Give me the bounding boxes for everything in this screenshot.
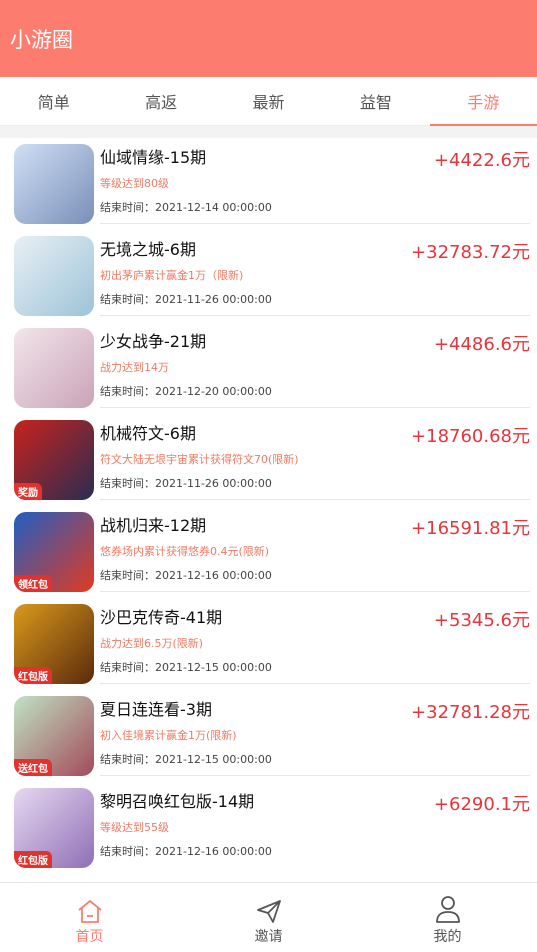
game-badge: 奖励	[14, 483, 42, 500]
game-end-time: 结束时间：2021-12-16 00:00:00	[100, 843, 272, 859]
game-icon	[14, 144, 94, 224]
game-item[interactable]: 红包版 沙巴克传奇-41期 +5345.6元 战力达到6.5万(限新) 结束时间…	[14, 598, 530, 690]
game-name: 沙巴克传奇-41期	[100, 608, 223, 627]
game-list: 仙域情缘-15期 +4422.6元 等级达到80级 结束时间：2021-12-1…	[0, 138, 537, 874]
game-name: 少女战争-21期	[100, 332, 207, 351]
end-time-label: 结束时间：	[100, 661, 155, 674]
game-condition: 战力达到6.5万(限新)	[100, 637, 204, 650]
end-time-value: 2021-11-26 00:00:00	[155, 477, 272, 490]
game-item[interactable]: 无境之城-6期 +32783.72元 初出茅庐累计赢金1万（限新) 结束时间：2…	[14, 230, 530, 322]
end-time-value: 2021-12-20 00:00:00	[155, 385, 272, 398]
game-reward: +4422.6元	[433, 150, 530, 171]
user-icon	[435, 896, 460, 923]
nav-invite-label: 邀请	[254, 929, 283, 945]
game-end-time: 结束时间：2021-12-15 00:00:00	[100, 659, 272, 675]
game-icon	[14, 236, 94, 316]
game-item[interactable]: 仙域情缘-15期 +4422.6元 等级达到80级 结束时间：2021-12-1…	[14, 138, 530, 230]
game-icon: 送红包	[14, 696, 94, 776]
game-item[interactable]: 少女战争-21期 +4486.6元 战力达到14万 结束时间：2021-12-2…	[14, 322, 530, 414]
end-time-value: 2021-11-26 00:00:00	[155, 293, 272, 306]
nav-mine[interactable]: 我的	[358, 883, 537, 952]
tab-puzzle[interactable]: 益智	[322, 77, 429, 125]
game-condition: 初入佳境累计赢金1万(限新)	[100, 729, 237, 742]
end-time-label: 结束时间：	[100, 385, 155, 398]
game-icon: 领红包	[14, 512, 94, 592]
game-condition: 等级达到55级	[100, 821, 169, 834]
game-condition: 等级达到80级	[100, 177, 169, 190]
end-time-label: 结束时间：	[100, 569, 155, 582]
game-icon: 红包版	[14, 604, 94, 684]
game-condition: 初出茅庐累计赢金1万（限新)	[100, 269, 244, 282]
end-time-label: 结束时间：	[100, 293, 155, 306]
game-info: 沙巴克传奇-41期 +5345.6元 战力达到6.5万(限新) 结束时间：202…	[100, 604, 530, 684]
game-info: 仙域情缘-15期 +4422.6元 等级达到80级 结束时间：2021-12-1…	[100, 144, 530, 224]
game-icon: 红包版	[14, 788, 94, 868]
bottom-nav: 首页 邀请 我的	[0, 882, 537, 952]
app-title: 小游圈	[10, 27, 73, 52]
game-reward: +16591.81元	[411, 518, 530, 539]
end-time-label: 结束时间：	[100, 753, 155, 766]
paper-plane-icon	[256, 900, 281, 923]
category-tabs: 简单 高返 最新 益智 手游	[0, 77, 537, 126]
game-name: 无境之城-6期	[100, 240, 196, 259]
game-info: 机械符文-6期 +18760.68元 符文大陆无垠宇宙累计获得符文70(限新) …	[100, 420, 530, 500]
game-badge: 红包版	[14, 667, 52, 684]
end-time-value: 2021-12-16 00:00:00	[155, 569, 272, 582]
tab-mobile-games[interactable]: 手游	[429, 77, 537, 126]
game-info: 少女战争-21期 +4486.6元 战力达到14万 结束时间：2021-12-2…	[100, 328, 530, 408]
game-end-time: 结束时间：2021-11-26 00:00:00	[100, 291, 272, 307]
game-name: 机械符文-6期	[100, 424, 196, 443]
game-icon: 奖励	[14, 420, 94, 500]
game-reward: +4486.6元	[433, 334, 530, 355]
game-info: 夏日连连看-3期 +32781.28元 初入佳境累计赢金1万(限新) 结束时间：…	[100, 696, 530, 776]
tab-high-return[interactable]: 高返	[107, 77, 214, 125]
game-icon	[14, 328, 94, 408]
game-end-time: 结束时间：2021-12-16 00:00:00	[100, 567, 272, 583]
game-name: 战机归来-12期	[100, 516, 207, 535]
game-condition: 悠券场内累计获得悠券0.4元(限新)	[100, 545, 270, 558]
end-time-label: 结束时间：	[100, 845, 155, 858]
game-reward: +5345.6元	[433, 610, 530, 631]
game-info: 黎明召唤红包版-14期 +6290.1元 等级达到55级 结束时间：2021-1…	[100, 788, 530, 868]
game-info: 战机归来-12期 +16591.81元 悠券场内累计获得悠券0.4元(限新) 结…	[100, 512, 530, 592]
app-header: 小游圈	[0, 0, 537, 77]
game-badge: 送红包	[14, 759, 52, 776]
game-info: 无境之城-6期 +32783.72元 初出茅庐累计赢金1万（限新) 结束时间：2…	[100, 236, 530, 316]
game-name: 仙域情缘-15期	[100, 148, 207, 167]
game-name: 夏日连连看-3期	[100, 700, 212, 719]
game-condition: 战力达到14万	[100, 361, 169, 374]
nav-home[interactable]: 首页	[0, 883, 179, 952]
end-time-label: 结束时间：	[100, 201, 155, 214]
app-root: 小游圈 简单 高返 最新 益智 手游 仙域情缘-15期 +4422.6元 等级达…	[0, 0, 537, 952]
game-end-time: 结束时间：2021-12-20 00:00:00	[100, 383, 272, 399]
end-time-value: 2021-12-14 00:00:00	[155, 201, 272, 214]
game-item[interactable]: 领红包 战机归来-12期 +16591.81元 悠券场内累计获得悠券0.4元(限…	[14, 506, 530, 598]
game-end-time: 结束时间：2021-12-15 00:00:00	[100, 751, 272, 767]
game-name: 黎明召唤红包版-14期	[100, 792, 255, 811]
nav-invite[interactable]: 邀请	[179, 883, 358, 952]
game-condition: 符文大陆无垠宇宙累计获得符文70(限新)	[100, 453, 299, 466]
nav-home-label: 首页	[75, 929, 104, 945]
game-end-time: 结束时间：2021-12-14 00:00:00	[100, 199, 272, 215]
game-item[interactable]: 红包版 黎明召唤红包版-14期 +6290.1元 等级达到55级 结束时间：20…	[14, 782, 530, 874]
home-icon	[77, 899, 102, 923]
game-reward: +6290.1元	[433, 794, 530, 815]
end-time-label: 结束时间：	[100, 477, 155, 490]
game-badge: 红包版	[14, 851, 52, 868]
game-reward: +32781.28元	[411, 702, 530, 723]
end-time-value: 2021-12-15 00:00:00	[155, 753, 272, 766]
game-item[interactable]: 送红包 夏日连连看-3期 +32781.28元 初入佳境累计赢金1万(限新) 结…	[14, 690, 530, 782]
end-time-value: 2021-12-16 00:00:00	[155, 845, 272, 858]
tab-newest[interactable]: 最新	[215, 77, 322, 125]
tab-simple[interactable]: 简单	[0, 77, 107, 125]
game-badge: 领红包	[14, 575, 52, 592]
game-item[interactable]: 奖励 机械符文-6期 +18760.68元 符文大陆无垠宇宙累计获得符文70(限…	[14, 414, 530, 506]
end-time-value: 2021-12-15 00:00:00	[155, 661, 272, 674]
game-reward: +18760.68元	[411, 426, 530, 447]
divider	[0, 126, 537, 138]
game-reward: +32783.72元	[411, 242, 530, 263]
nav-mine-label: 我的	[433, 929, 462, 945]
game-end-time: 结束时间：2021-11-26 00:00:00	[100, 475, 272, 491]
